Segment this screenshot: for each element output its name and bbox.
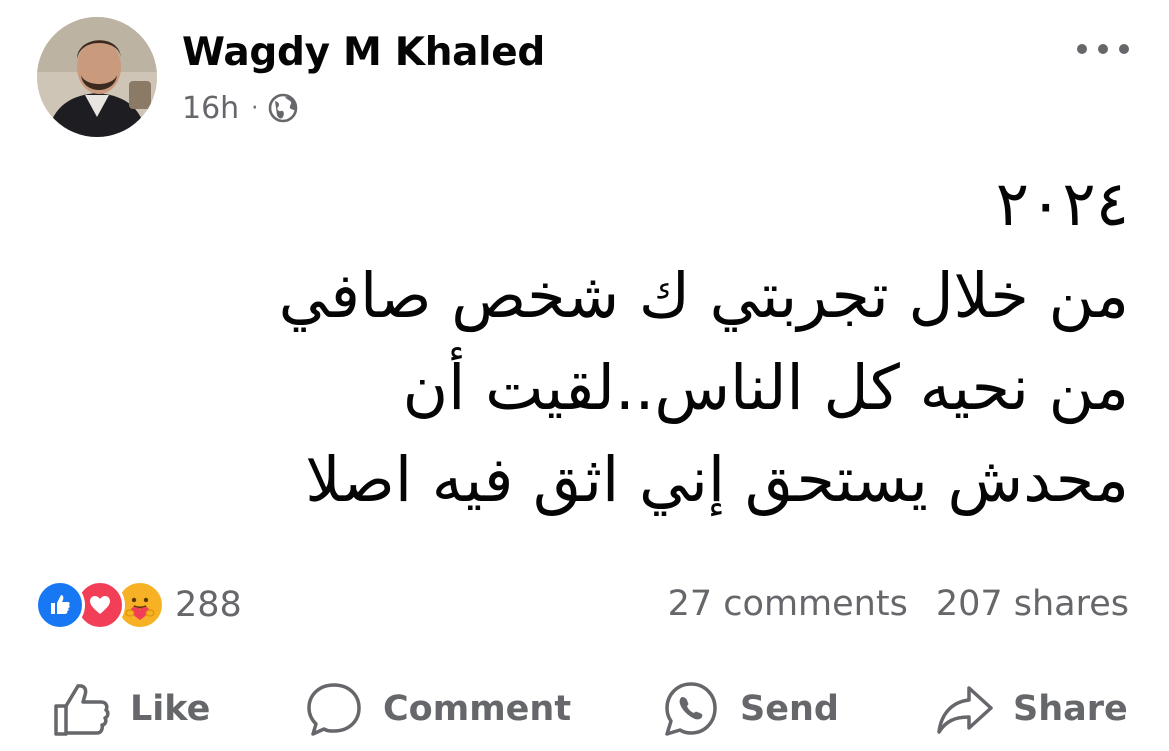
thumbs-up-icon <box>54 684 110 736</box>
comment-label: Comment <box>383 689 572 729</box>
reaction-count: 288 <box>175 585 242 625</box>
share-arrow-icon <box>937 686 993 734</box>
meta-separator: · <box>251 95 259 121</box>
like-label: Like <box>130 689 211 729</box>
action-bar: Like Comment Send Share <box>0 676 1169 742</box>
more-dot <box>1119 44 1129 54</box>
globe-icon[interactable] <box>268 93 298 123</box>
facebook-post: Wagdy M Khaled 16h · ٢٠٢٤ من خلال تجربتي… <box>0 0 1169 751</box>
more-dot <box>1077 44 1087 54</box>
comments-count-link[interactable]: 27 comments <box>668 584 908 624</box>
post-text-line: من نحيه كل الناس..لقيت أن <box>402 351 1129 424</box>
post-text-line: محدش يستحق إني اثق فيه اصلا <box>305 443 1129 516</box>
post-stats: 27 comments 207 shares <box>668 584 1129 624</box>
post-meta: 16h · <box>182 88 298 128</box>
post-text-line: ٢٠٢٤ <box>995 167 1129 240</box>
like-button[interactable]: Like <box>52 676 210 742</box>
shares-count-link[interactable]: 207 shares <box>936 584 1129 624</box>
whatsapp-icon <box>665 682 717 736</box>
comment-button[interactable]: Comment <box>305 676 571 742</box>
share-button[interactable]: Share <box>935 676 1128 742</box>
send-button[interactable]: Send <box>662 676 839 742</box>
author-name[interactable]: Wagdy M Khaled <box>182 30 545 75</box>
reaction-summary[interactable]: 288 <box>35 580 242 630</box>
post-text-line: من خلال تجربتي ك شخص صافي <box>278 259 1129 332</box>
like-reaction-icon <box>35 580 85 630</box>
avatar[interactable] <box>37 17 157 137</box>
send-label: Send <box>740 689 839 729</box>
more-dot <box>1098 44 1108 54</box>
comment-bubble-icon <box>307 683 361 736</box>
post-timestamp[interactable]: 16h <box>182 91 239 126</box>
post-text: ٢٠٢٤ من خلال تجربتي ك شخص صافي من نحيه ك… <box>89 158 1129 526</box>
more-options-icon[interactable] <box>1077 34 1129 64</box>
share-label: Share <box>1013 689 1128 729</box>
